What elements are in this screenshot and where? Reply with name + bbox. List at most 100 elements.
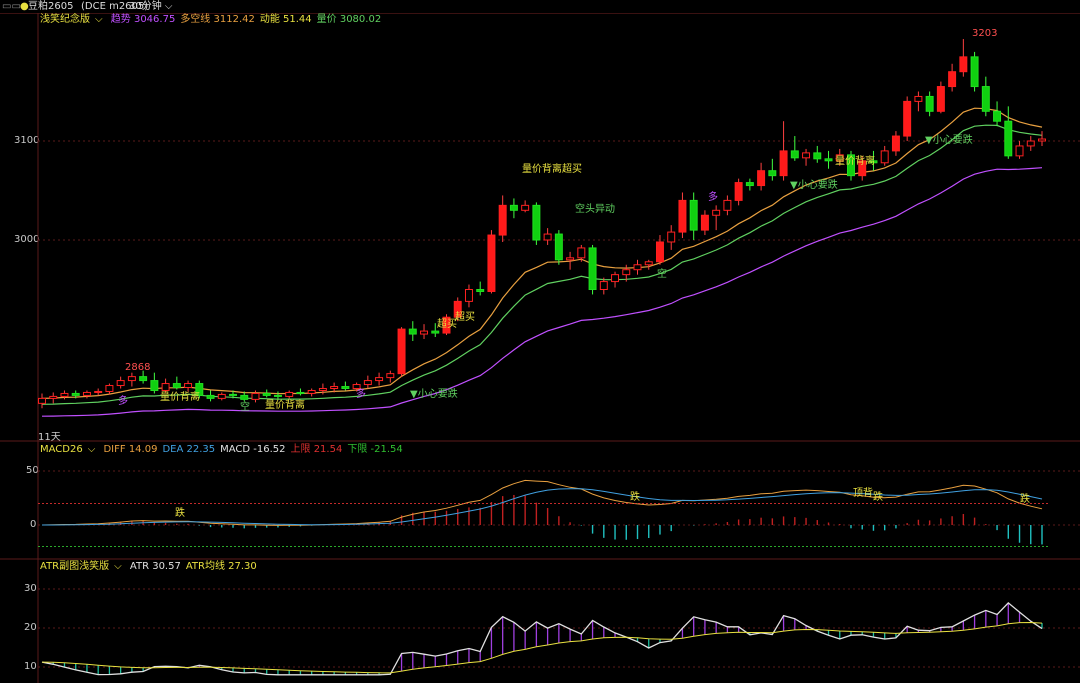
macd-signal-label: 跌 bbox=[630, 490, 640, 503]
candle-body bbox=[116, 380, 125, 387]
candle-body bbox=[745, 182, 754, 187]
candle-body bbox=[790, 150, 799, 159]
candle-body bbox=[251, 392, 260, 400]
candle-body bbox=[970, 56, 979, 88]
candle-body bbox=[49, 395, 58, 399]
signal-label: 空 bbox=[240, 400, 250, 413]
candle-body bbox=[948, 71, 957, 88]
candle-body bbox=[1004, 120, 1013, 157]
signal-label: 量价背离 bbox=[835, 154, 875, 167]
candle-body bbox=[599, 281, 608, 290]
candle-body bbox=[678, 199, 687, 233]
candle-body bbox=[667, 231, 676, 243]
candle-body bbox=[577, 247, 586, 259]
candle-body bbox=[611, 274, 620, 283]
candle-body bbox=[914, 95, 923, 102]
candle-body bbox=[139, 376, 148, 382]
candle-body bbox=[375, 377, 384, 382]
candle-body bbox=[150, 380, 159, 391]
signal-label: ▼小心要跌 bbox=[925, 133, 973, 146]
candle-body bbox=[689, 199, 698, 231]
candle-body bbox=[330, 386, 339, 389]
candle-body bbox=[734, 182, 743, 201]
macd-signal-label: 顶背 bbox=[853, 486, 873, 499]
candle-body bbox=[217, 393, 226, 399]
candle-body bbox=[420, 330, 429, 335]
candle-body bbox=[386, 373, 395, 379]
candle-body bbox=[363, 380, 372, 386]
signal-label: 空头异动 bbox=[575, 202, 615, 215]
candle-body bbox=[521, 204, 530, 211]
candle-body bbox=[993, 110, 1002, 122]
macd-signal-label: 跌 bbox=[175, 506, 185, 519]
candle-body bbox=[318, 388, 327, 391]
macd-signal-label: 跌 bbox=[873, 490, 883, 503]
candle-body bbox=[712, 209, 721, 216]
candle-body bbox=[588, 247, 597, 290]
signal-label: 超买 bbox=[455, 310, 475, 323]
candle-body bbox=[936, 86, 945, 112]
candle-body bbox=[285, 391, 294, 397]
kline-chart[interactable]: 3203286811天量价背离量价背离超买超买量价背离超买空头异动空空▼小心要跌… bbox=[0, 0, 1080, 683]
candle-body bbox=[273, 394, 282, 397]
candle-body bbox=[1038, 138, 1046, 142]
candle-body bbox=[94, 390, 103, 393]
high-price-label: 3203 bbox=[972, 28, 997, 39]
signal-label: ▼小心要跌 bbox=[790, 178, 838, 191]
candle-body bbox=[229, 393, 237, 396]
candle-body bbox=[802, 152, 811, 159]
trend-line bbox=[41, 167, 1043, 417]
candle-body bbox=[296, 391, 305, 394]
candle-body bbox=[959, 56, 968, 73]
signal-label: 多 bbox=[708, 190, 718, 203]
days-label: 11天 bbox=[38, 432, 61, 443]
candle-body bbox=[38, 397, 46, 404]
signal-label: 量价背离超买 bbox=[522, 162, 582, 175]
local-high-label: 2868 bbox=[125, 362, 150, 373]
candle-body bbox=[352, 384, 361, 390]
bull-bear-line bbox=[41, 107, 1043, 399]
candle-body bbox=[1026, 140, 1035, 147]
candle-body bbox=[206, 394, 215, 399]
candle-body bbox=[981, 86, 990, 112]
dea-line bbox=[42, 488, 1043, 526]
candle-body bbox=[768, 170, 777, 177]
candle-body bbox=[307, 389, 316, 394]
candle-body bbox=[925, 95, 934, 112]
signal-label: 多 bbox=[118, 394, 128, 407]
candle-body bbox=[262, 392, 271, 396]
candle-body bbox=[341, 386, 350, 389]
candle-body bbox=[105, 385, 114, 392]
candle-body bbox=[60, 392, 69, 397]
candle-body bbox=[757, 170, 766, 187]
candle-body bbox=[476, 289, 485, 292]
candle-body bbox=[431, 330, 440, 334]
candle-body bbox=[655, 241, 664, 263]
candle-body bbox=[184, 383, 193, 389]
candle-body bbox=[554, 233, 563, 261]
atr-ma-line bbox=[41, 621, 1043, 674]
candle-body bbox=[723, 199, 732, 211]
candle-body bbox=[71, 392, 80, 396]
candle-body bbox=[487, 234, 496, 292]
signal-label: ▼小心要跌 bbox=[410, 387, 458, 400]
signal-label: 量价背离 bbox=[265, 398, 305, 411]
signal-label: 多 bbox=[356, 387, 366, 400]
candle-body bbox=[824, 158, 833, 162]
candle-body bbox=[240, 394, 249, 400]
candle-body bbox=[498, 204, 507, 236]
candle-body bbox=[622, 269, 631, 276]
candle-body bbox=[161, 383, 170, 391]
candle-body bbox=[127, 376, 136, 382]
atr-line bbox=[41, 602, 1043, 676]
signal-label: 空 bbox=[657, 267, 667, 280]
candle-body bbox=[903, 100, 912, 137]
signal-label: 超买 bbox=[437, 317, 457, 330]
candle-body bbox=[813, 152, 822, 160]
candle-body bbox=[880, 150, 889, 164]
macd-signal-label: 跌 bbox=[1020, 492, 1030, 505]
candle-body bbox=[397, 328, 406, 375]
candle-body bbox=[82, 391, 91, 396]
candle-body bbox=[464, 289, 473, 302]
candle-body bbox=[543, 233, 552, 241]
